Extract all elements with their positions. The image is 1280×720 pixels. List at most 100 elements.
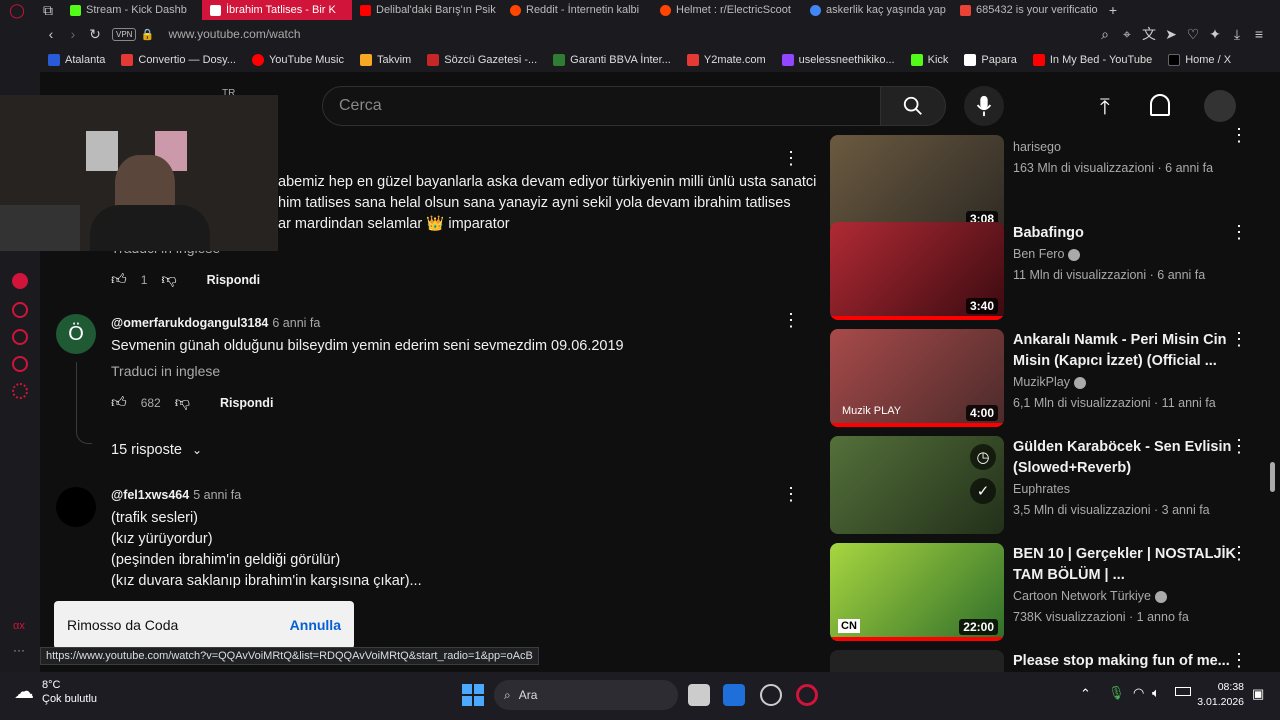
- more-icon[interactable]: ···: [13, 643, 25, 657]
- comment-author[interactable]: @fel1xws464: [111, 488, 189, 502]
- history-icon[interactable]: [12, 329, 28, 345]
- bookmark-1[interactable]: Convertio — Dosy...: [113, 54, 244, 66]
- video-thumbnail[interactable]: [830, 650, 1004, 672]
- bookmark-6[interactable]: Y2mate.com: [679, 54, 774, 66]
- related-video[interactable]: Please stop making fun of me... ⋮: [830, 650, 1270, 672]
- voice-search-button[interactable]: [964, 86, 1004, 126]
- lock-icon[interactable]: 🔒: [136, 23, 158, 45]
- battery-icon[interactable]: [1175, 687, 1191, 696]
- dislike-icon[interactable]: 👎︎: [175, 394, 190, 412]
- bookmark-5[interactable]: Garanti BBVA İnter...: [545, 54, 679, 66]
- video-thumbnail[interactable]: 3:40: [830, 222, 1004, 320]
- tab-3[interactable]: Reddit - İnternetin kalbi: [502, 0, 652, 20]
- video-menu-icon[interactable]: ⋮: [1230, 329, 1248, 350]
- comment-menu-icon[interactable]: ⋮: [781, 484, 801, 504]
- aria-icon[interactable]: αx: [13, 620, 25, 632]
- back-icon[interactable]: ‹: [40, 23, 62, 45]
- search-input[interactable]: Cerca: [322, 86, 882, 126]
- zoom-icon[interactable]: ⌕: [1094, 23, 1116, 45]
- tray-chevron-icon[interactable]: ⌃: [1080, 686, 1091, 702]
- bookmark-2[interactable]: YouTube Music: [244, 54, 352, 66]
- pin-icon[interactable]: [12, 302, 28, 318]
- like-icon[interactable]: 👍︎: [111, 394, 127, 412]
- video-menu-icon[interactable]: ⋮: [1230, 436, 1248, 457]
- volume-icon[interactable]: 🔈︎: [1152, 685, 1160, 701]
- tab-0[interactable]: Stream - Kick Dashb: [62, 0, 202, 20]
- avatar[interactable]: [1204, 90, 1236, 122]
- video-title[interactable]: BEN 10 | Gerçekler | NOSTALJİK TAM BÖLÜM…: [1013, 544, 1238, 586]
- video-title[interactable]: Gülden Karaböcek - Sen Evlisin (Slowed+R…: [1013, 437, 1238, 479]
- comment-date[interactable]: 5 anni fa: [193, 488, 241, 502]
- video-thumbnail[interactable]: CN 22:00: [830, 543, 1004, 641]
- comment-author[interactable]: @omerfarukdogangul3184: [111, 316, 268, 330]
- related-video[interactable]: 3:08 harisego 163 Mln di visualizzazioni…: [830, 125, 1270, 233]
- like-icon[interactable]: 👍︎: [111, 271, 127, 289]
- video-thumbnail[interactable]: 3:08: [830, 135, 1004, 233]
- bookmark-4[interactable]: Sözcü Gazetesi -...: [419, 54, 545, 66]
- channel-name[interactable]: harisego: [1013, 140, 1061, 154]
- reload-icon[interactable]: ↻: [84, 23, 106, 45]
- comment-menu-icon[interactable]: ⋮: [781, 310, 801, 330]
- video-menu-icon[interactable]: ⋮: [1230, 650, 1248, 671]
- start-icon[interactable]: [462, 684, 484, 706]
- video-menu-icon[interactable]: ⋮: [1230, 543, 1248, 564]
- avatar[interactable]: [56, 487, 96, 527]
- tab-2[interactable]: Delibal'daki Barış'ın Psik: [352, 0, 502, 20]
- comment-date[interactable]: 6 anni fa: [272, 316, 320, 330]
- opera-logo-icon[interactable]: ◯: [0, 0, 34, 21]
- video-title[interactable]: Ankaralı Namık - Peri Misin Cin Misin (K…: [1013, 330, 1238, 372]
- notification-center-icon[interactable]: ▣: [1252, 686, 1264, 702]
- related-video[interactable]: ◷ ✓ Gülden Karaböcek - Sen Evlisin (Slow…: [830, 436, 1270, 534]
- opera-taskbar-icon[interactable]: [796, 684, 818, 706]
- video-thumbnail[interactable]: ◷ ✓: [830, 436, 1004, 534]
- reply-button[interactable]: Rispondi: [220, 396, 273, 410]
- task-view-icon[interactable]: [688, 684, 710, 706]
- channel-name[interactable]: Euphrates: [1013, 482, 1070, 496]
- translate-icon[interactable]: 文: [1138, 23, 1160, 45]
- notifications-icon[interactable]: [1150, 94, 1170, 116]
- mic-tray-icon[interactable]: 🎙︎: [1108, 685, 1125, 701]
- new-tab-icon[interactable]: +: [1102, 0, 1124, 21]
- upload-icon[interactable]: ⤒: [1100, 94, 1110, 120]
- clock[interactable]: 08:38 3.01.2026: [1197, 680, 1244, 710]
- bookmark-9[interactable]: Papara: [956, 54, 1024, 66]
- video-menu-icon[interactable]: ⋮: [1230, 222, 1248, 243]
- mail-icon[interactable]: [723, 684, 745, 706]
- tab-menu-icon[interactable]: ⧉: [34, 0, 62, 21]
- bookmark-3[interactable]: Takvim: [352, 54, 419, 66]
- undo-button[interactable]: Annulla: [290, 617, 341, 633]
- dislike-icon[interactable]: 👎︎: [161, 271, 176, 289]
- menu-icon[interactable]: ≡: [1248, 23, 1270, 45]
- forward-icon[interactable]: ›: [62, 23, 84, 45]
- bookmark-10[interactable]: In My Bed - YouTube: [1025, 54, 1160, 66]
- video-menu-icon[interactable]: ⋮: [1230, 125, 1248, 146]
- video-thumbnail[interactable]: Muzik PLAY 4:00: [830, 329, 1004, 427]
- related-video[interactable]: 3:40 Babafingo Ben Fero 11 Mln di visual…: [830, 222, 1270, 320]
- channel-name[interactable]: MuzikPlay: [1013, 375, 1086, 389]
- extensions-icon[interactable]: ✦: [1204, 23, 1226, 45]
- scrollbar[interactable]: [1270, 462, 1275, 492]
- video-title[interactable]: Babafingo: [1013, 223, 1238, 244]
- tab-5[interactable]: askerlik kaç yaşında yap: [802, 0, 952, 20]
- weather-widget[interactable]: ☁ 8°C Çok bulutlu: [14, 678, 97, 706]
- bookmark-8[interactable]: Kick: [903, 54, 957, 66]
- replies-toggle[interactable]: 15 risposte ⌄: [111, 442, 202, 458]
- vpn-badge[interactable]: VPN: [112, 27, 137, 41]
- snapshot-icon[interactable]: ⌖: [1116, 23, 1138, 45]
- comment-menu-icon[interactable]: ⋮: [781, 148, 801, 168]
- wifi-icon[interactable]: ◠: [1133, 685, 1144, 701]
- related-video[interactable]: CN 22:00 BEN 10 | Gerçekler | NOSTALJİK T…: [830, 543, 1270, 641]
- taskbar-search[interactable]: ⌕ Ara: [494, 680, 678, 710]
- avatar[interactable]: Ö: [56, 314, 96, 354]
- extensions-sidebar-icon[interactable]: [12, 356, 28, 372]
- tab-1[interactable]: İbrahim Tatlises - Bir K: [202, 0, 352, 20]
- search-button[interactable]: [880, 86, 946, 126]
- spotify-icon[interactable]: [12, 273, 28, 289]
- channel-name[interactable]: Cartoon Network Türkiye: [1013, 589, 1168, 603]
- settings-icon[interactable]: [12, 383, 28, 399]
- reply-button[interactable]: Rispondi: [207, 273, 260, 287]
- tab-6[interactable]: 685432 is your verificatio: [952, 0, 1102, 20]
- watch-later-icon[interactable]: ◷: [970, 444, 996, 470]
- download-icon[interactable]: ⤓: [1226, 23, 1248, 45]
- channel-name[interactable]: Ben Fero: [1013, 247, 1081, 261]
